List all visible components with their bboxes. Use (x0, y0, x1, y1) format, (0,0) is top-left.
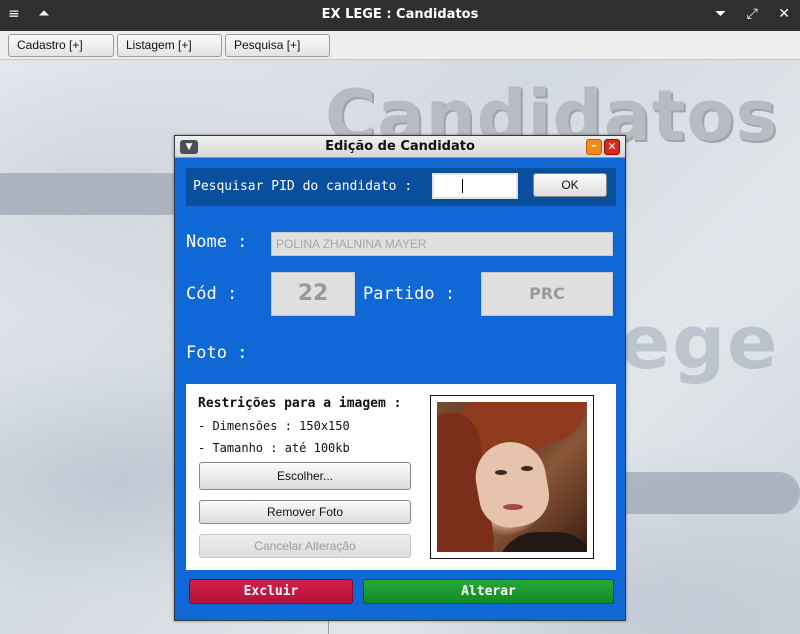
text-caret (462, 179, 463, 193)
cod-label: Cód : (186, 284, 238, 304)
menu-listagem[interactable]: Listagem [+] (117, 34, 222, 57)
photo-panel: Restrições para a imagem : - Dimensões :… (186, 384, 616, 570)
restriction-size: - Tamanho : até 100kb (198, 441, 350, 455)
background-divider (328, 620, 329, 634)
minimize-icon[interactable]: ⏷ (715, 6, 726, 22)
dialog-minimize-icon[interactable]: – (586, 139, 602, 155)
cancel-change-button[interactable]: Cancelar Alteração (199, 534, 411, 558)
restrictions-title: Restrições para a imagem : (198, 396, 402, 411)
dialog-titlebar: ▼ Edição de Candidato – ✕ (175, 136, 625, 158)
window-titlebar: ≡ ⏶ EX LEGE : Candidatos ⏷ ⤢ ✕ (0, 0, 800, 31)
titlebar-right-controls: ⏷ ⤢ ✕ (699, 6, 790, 22)
cod-field[interactable]: 22 (271, 272, 355, 316)
delete-button[interactable]: Excluir (189, 579, 353, 604)
window-title: EX LEGE : Candidatos (321, 7, 479, 22)
pid-search-label: Pesquisar PID do candidato : (193, 179, 413, 194)
background-logo: ege (620, 300, 780, 386)
background-decoration (0, 173, 190, 215)
menu-pesquisa[interactable]: Pesquisa [+] (225, 34, 330, 57)
background-decoration (600, 472, 800, 514)
menu-bar: Cadastro [+] Listagem [+] Pesquisa [+] (0, 31, 800, 60)
pid-search-input[interactable] (432, 173, 518, 199)
restriction-dimensions: - Dimensões : 150x150 (198, 419, 350, 433)
foto-label: Foto : (186, 343, 248, 363)
partido-label: Partido : (363, 284, 456, 304)
update-button[interactable]: Alterar (363, 579, 614, 604)
choose-photo-button[interactable]: Escolher... (199, 462, 411, 490)
dialog-title: Edição de Candidato (325, 139, 475, 154)
partido-field[interactable]: PRC (481, 272, 613, 316)
nome-label: Nome : (186, 232, 248, 252)
maximize-icon[interactable]: ⤢ (747, 6, 758, 22)
ok-button[interactable]: OK (533, 173, 607, 197)
pid-search-bar: Pesquisar PID do candidato : OK (186, 168, 616, 206)
menu-cadastro[interactable]: Cadastro [+] (8, 34, 114, 57)
nome-field[interactable]: POLINA ZHALNINA MAYER (271, 232, 613, 256)
close-icon[interactable]: ✕ (778, 6, 790, 22)
remove-photo-button[interactable]: Remover Foto (199, 500, 411, 524)
candidate-photo (437, 402, 587, 552)
photo-frame (430, 395, 594, 559)
edit-candidate-dialog: ▼ Edição de Candidato – ✕ Pesquisar PID … (174, 135, 626, 621)
dialog-close-icon[interactable]: ✕ (604, 139, 620, 155)
